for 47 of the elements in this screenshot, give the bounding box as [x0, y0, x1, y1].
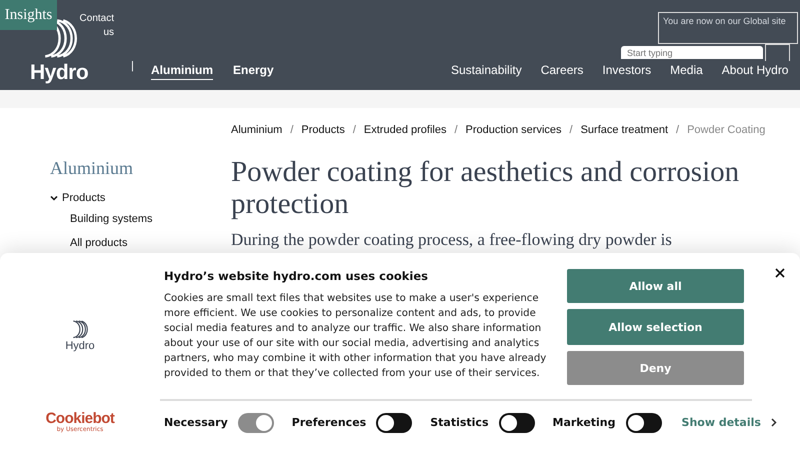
nav-link[interactable]: Media [670, 63, 703, 77]
breadcrumb-separator: / [290, 124, 294, 136]
toggle-switch[interactable] [626, 412, 662, 432]
toggle-label: Marketing [552, 416, 616, 429]
chevron-icon [770, 418, 777, 427]
breadcrumb-link[interactable]: Products [301, 124, 345, 136]
logo-text: Hydro [65, 340, 95, 352]
breadcrumb-separator: / [570, 124, 573, 136]
nav-link[interactable]: Investors [602, 63, 652, 77]
main-nav-link[interactable]: Energy [233, 63, 274, 80]
search-button[interactable] [765, 44, 790, 61]
nav-separator: | [131, 60, 134, 72]
lead-paragraph: During the powder coating process, a free-flowing dry powder is [231, 230, 673, 250]
toggle-label: Preferences [292, 416, 366, 429]
nav-link[interactable]: About Hydro [722, 63, 788, 77]
breadcrumb-separator: / [454, 124, 458, 136]
breadcrumb-link[interactable]: Production services [466, 124, 562, 136]
page-title: Powder coating for aesthetics and corrosion protection [231, 156, 740, 220]
chevron-icon [50, 194, 58, 202]
brand-name: Cookiebot [46, 410, 114, 426]
nav-link[interactable]: Sustainability [451, 63, 522, 77]
cookie-title: Hydro’s website hydro.com uses cookies [164, 269, 429, 283]
breadcrumb-separator: / [352, 124, 356, 136]
search-field[interactable]: Start typing [621, 46, 763, 59]
breadcrumb-link[interactable]: Extruded profiles [364, 124, 446, 136]
consent-button[interactable]: Allow all [567, 269, 744, 303]
breadcrumb-separator: / [676, 124, 680, 136]
details-link[interactable]: Show details [682, 416, 777, 429]
sidebar-subitem[interactable]: Building systems [70, 213, 231, 231]
site-notice: You are now on our Global site [658, 12, 798, 44]
cookie-text: Cookies are small text files that websites use to make a user's experience more efficient. We use cookies to personalize content and ads, to provide social media features and to analyze our traffic. We also share information about your use of our site with our social media, advertising and analytics partners, who may combine it with other information that you have already provided to them or that they’ve collected from your use of their services. [164, 292, 548, 381]
sidebar-item[interactable]: Products [50, 189, 231, 207]
main-nav-link[interactable]: Aluminium [151, 63, 213, 80]
toggle-switch[interactable] [376, 412, 412, 432]
toggle-label: Necessary [164, 416, 228, 429]
sidebar-title: Aluminium [50, 158, 134, 179]
breadcrumb-link[interactable]: Surface treatment [580, 124, 668, 136]
breadcrumb-link[interactable]: Aluminium [231, 124, 282, 136]
nav-link[interactable]: Careers [540, 63, 584, 77]
insights-badge[interactable]: Insights [0, 0, 57, 30]
consent-button[interactable]: Allow selection [567, 309, 744, 345]
logo-text[interactable]: Hydro [30, 61, 88, 86]
current-page-label: Powder Coating [687, 124, 766, 136]
contact-link[interactable]: Contact us [78, 12, 114, 40]
sidebar-subitem[interactable]: All products [70, 237, 231, 255]
toggle-label: Statistics [430, 416, 488, 429]
toggle-switch[interactable] [498, 412, 534, 432]
